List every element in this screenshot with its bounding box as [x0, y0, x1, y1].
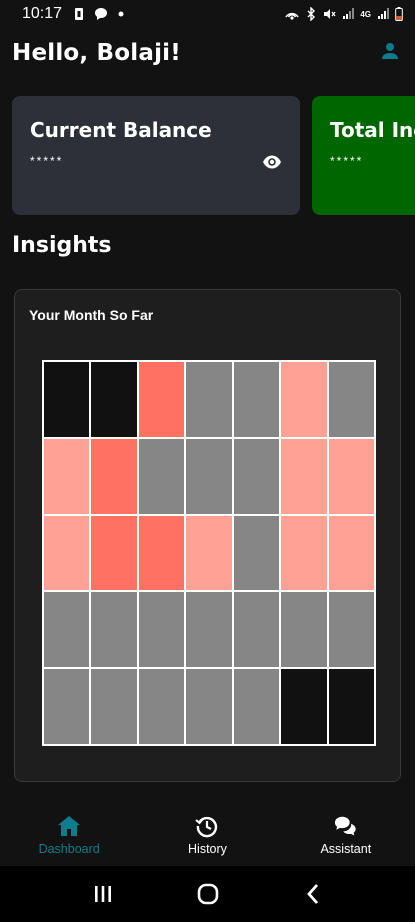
signal-icon — [342, 8, 355, 20]
nav-dashboard[interactable]: Dashboard — [0, 800, 138, 866]
day-cell — [185, 514, 233, 592]
nav-history[interactable]: History — [138, 800, 276, 866]
month-insight-card: Your Month So Far — [14, 289, 401, 782]
day-cell — [43, 668, 91, 745]
day-cell — [185, 591, 233, 669]
nav-label: Assistant — [320, 842, 372, 856]
total-income-card[interactable]: Total Income ***** — [312, 96, 415, 215]
home-icon — [57, 814, 81, 838]
day-cell — [232, 668, 281, 745]
day-cell — [327, 437, 375, 515]
day-cell — [185, 437, 233, 515]
day-cell — [43, 514, 91, 592]
day-cell — [43, 361, 91, 438]
day-cell — [90, 437, 138, 515]
recent-apps-icon[interactable] — [88, 879, 118, 909]
bottom-navigation: Dashboard History Assistant — [0, 800, 415, 866]
day-cell — [137, 591, 186, 669]
month-calendar-grid — [42, 360, 376, 746]
network-type-label: 4G — [360, 9, 371, 19]
day-cell — [280, 437, 328, 515]
battery-saver-icon — [74, 7, 84, 21]
day-cell — [232, 361, 281, 438]
history-icon — [195, 814, 219, 838]
day-cell — [185, 361, 233, 438]
day-cell — [90, 514, 138, 592]
day-cell — [327, 361, 375, 438]
day-cell — [327, 668, 375, 745]
day-cell — [185, 668, 233, 745]
status-notification-icons — [74, 7, 124, 21]
day-cell — [137, 437, 186, 515]
bluetooth-icon — [306, 7, 316, 21]
insight-card-title: Your Month So Far — [29, 307, 154, 323]
day-cell — [137, 361, 186, 438]
card-title: Current Balance — [30, 118, 212, 142]
day-cell — [90, 591, 138, 669]
day-cell — [280, 361, 328, 438]
nav-assistant[interactable]: Assistant — [277, 800, 415, 866]
balance-cards-carousel[interactable]: Current Balance ***** Total Income ***** — [12, 96, 415, 215]
chat-notification-icon — [94, 7, 108, 21]
signal-icon-2 — [377, 8, 389, 20]
current-balance-card[interactable]: Current Balance ***** — [12, 96, 300, 215]
card-title: Total Income — [330, 118, 415, 142]
day-cell — [327, 514, 375, 592]
day-cell — [232, 514, 281, 592]
day-cell — [327, 591, 375, 669]
day-cell — [280, 591, 328, 669]
insights-heading: Insights — [12, 233, 112, 258]
system-navigation-bar — [0, 866, 415, 922]
day-cell — [43, 437, 91, 515]
status-time: 10:17 — [22, 5, 63, 22]
nav-label: Dashboard — [38, 842, 100, 856]
day-cell — [90, 361, 138, 438]
day-cell — [137, 514, 186, 592]
nav-label: History — [188, 842, 227, 856]
day-cell — [90, 668, 138, 745]
chat-icon — [334, 814, 358, 838]
status-system-icons: 4G — [284, 7, 403, 21]
mute-icon — [322, 7, 336, 21]
hotspot-icon — [284, 7, 300, 21]
card-masked-value: ***** — [30, 154, 64, 168]
card-masked-value: ***** — [330, 154, 364, 168]
greeting-title: Hello, Bolaji! — [12, 40, 181, 66]
eye-icon[interactable] — [262, 154, 282, 170]
back-icon[interactable] — [298, 879, 328, 909]
day-cell — [137, 668, 186, 745]
day-cell — [280, 514, 328, 592]
day-cell — [43, 591, 91, 669]
day-cell — [232, 437, 281, 515]
day-cell — [280, 668, 328, 745]
home-button-icon[interactable] — [193, 879, 223, 909]
status-bar: 10:17 4G — [0, 0, 415, 28]
day-cell — [232, 591, 281, 669]
profile-icon[interactable] — [381, 42, 399, 60]
dot-icon — [118, 11, 124, 17]
battery-icon — [395, 7, 403, 21]
